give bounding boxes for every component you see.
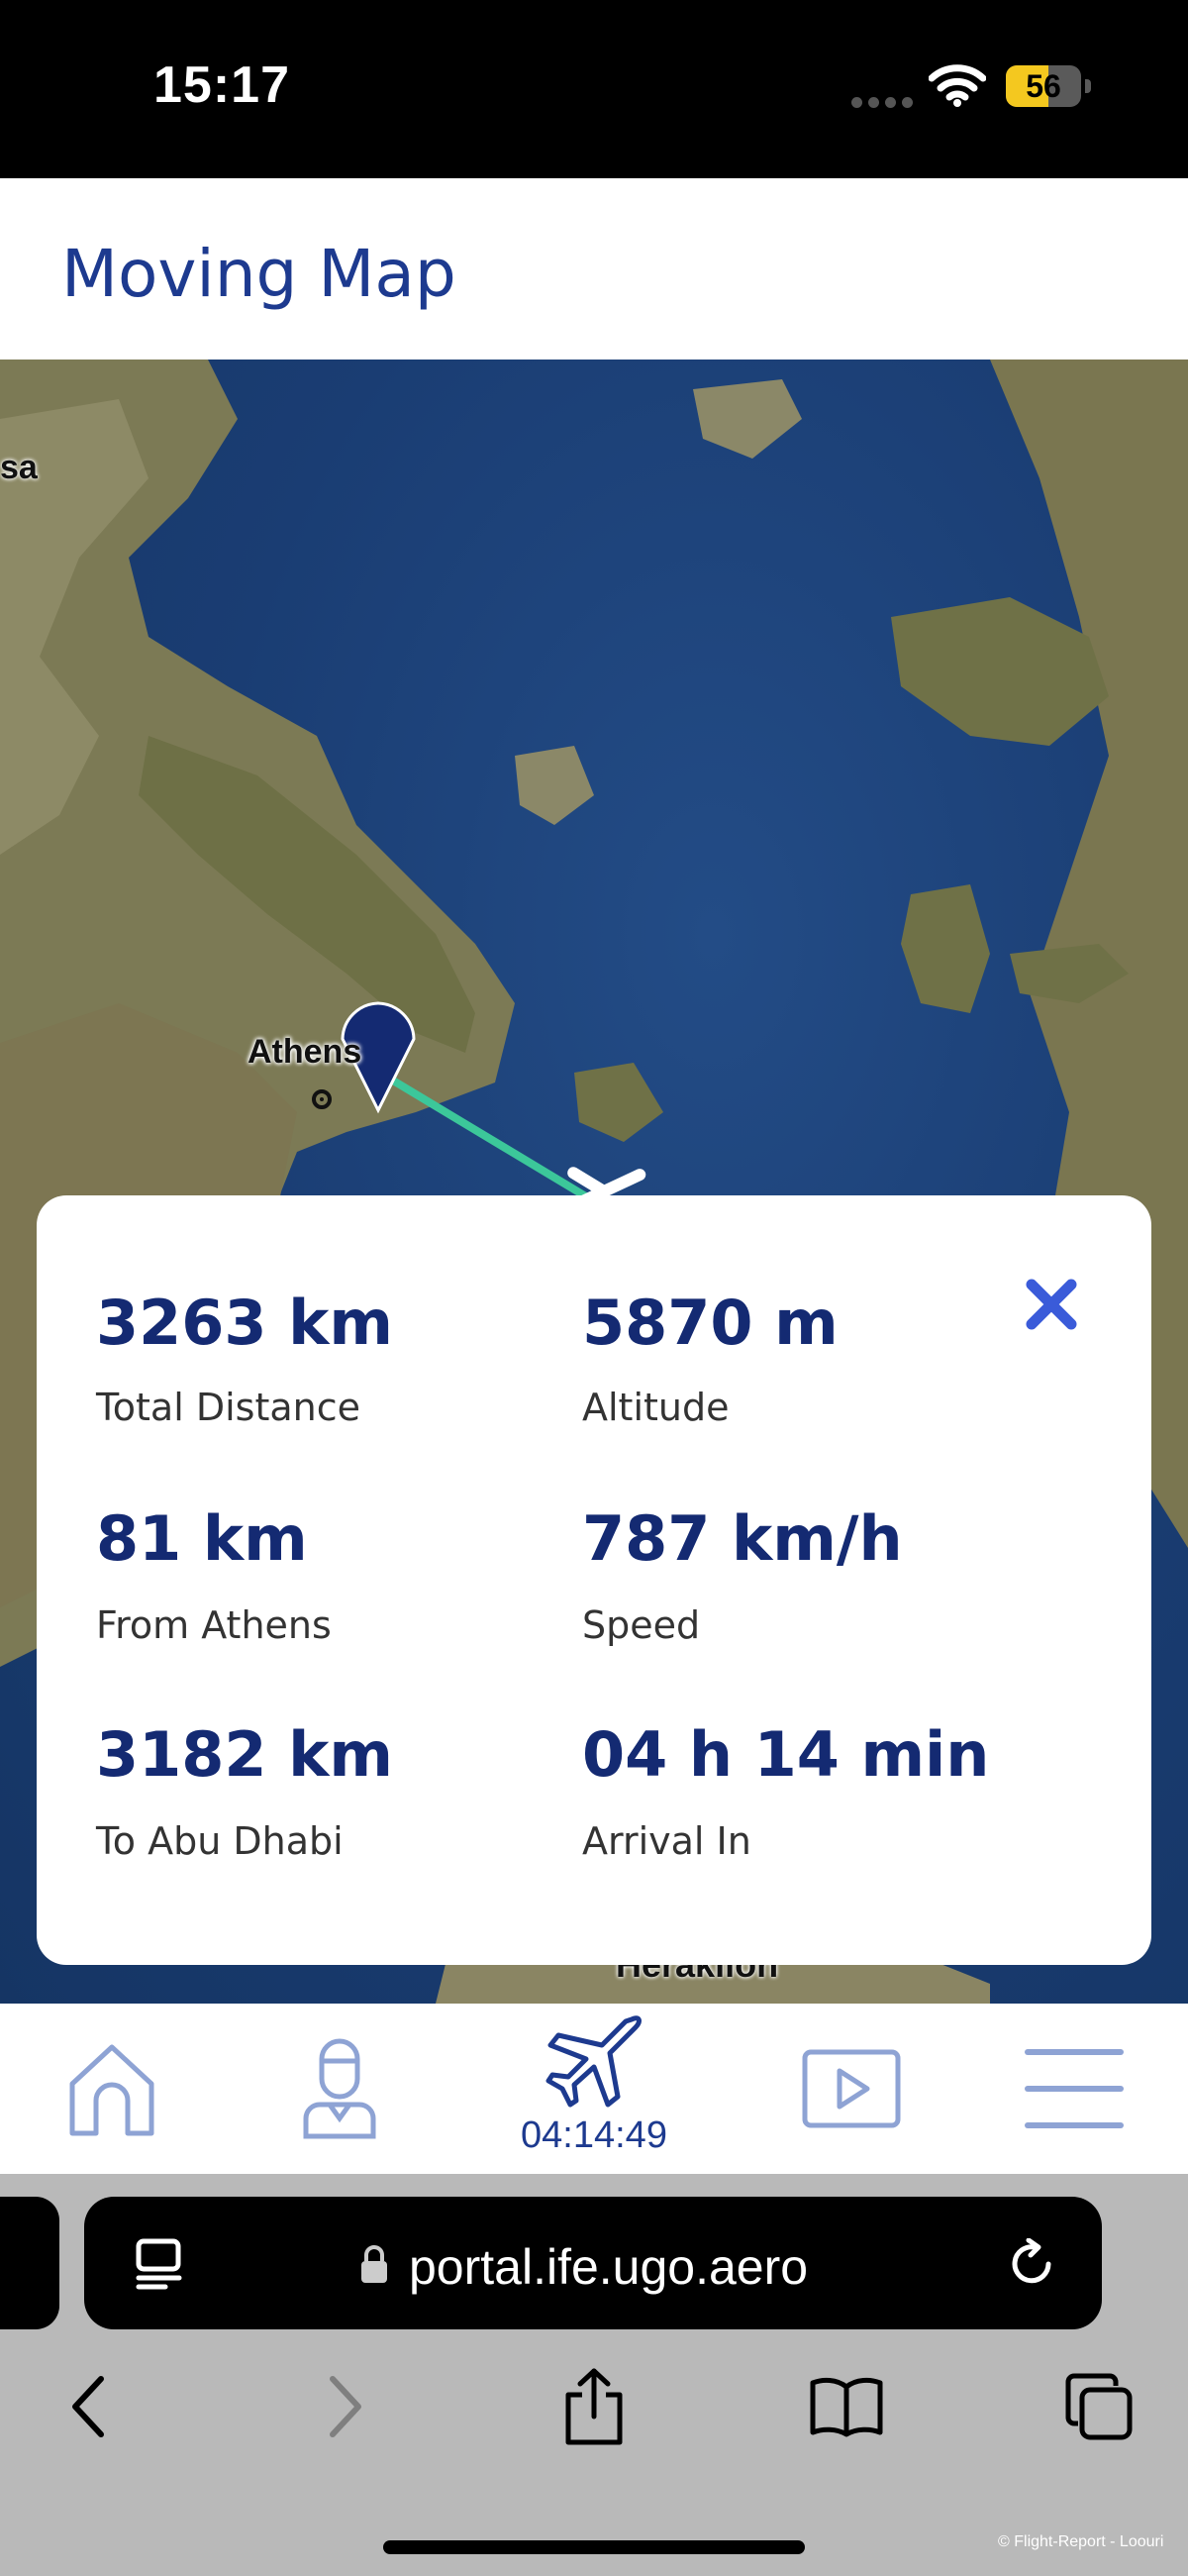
reader-icon[interactable] (136, 2238, 185, 2290)
map-label-edge-city: sa (0, 449, 38, 486)
battery-icon: 56 (1006, 65, 1081, 107)
url-text: portal.ife.ugo.aero (409, 2239, 809, 2295)
flight-timer: 04:14:49 (521, 2114, 667, 2156)
cyclades-island-1 (574, 1063, 663, 1142)
lock-icon (361, 2245, 387, 2283)
tabs-icon (1065, 2373, 1133, 2440)
home-indicator[interactable] (383, 2540, 805, 2554)
battery-label: 56 (1026, 68, 1061, 104)
play-icon (802, 2049, 901, 2128)
tabs-button[interactable] (1049, 2357, 1148, 2456)
to-destination-label: To Abu Dhabi (96, 1819, 344, 1863)
total-distance-label: Total Distance (96, 1386, 360, 1429)
nav-profile-button[interactable] (277, 2004, 401, 2174)
skyros-island (515, 746, 594, 825)
bottom-nav: 04:14:49 (0, 2004, 1188, 2174)
speed-value: 787 km/h (582, 1502, 903, 1575)
close-button[interactable] (1022, 1275, 1081, 1334)
page-title: Moving Map (61, 236, 456, 312)
to-destination-value: 3182 km (96, 1718, 393, 1791)
back-arrow-icon (72, 2376, 104, 2437)
total-distance-value: 3263 km (96, 1287, 393, 1359)
from-origin-value: 81 km (96, 1502, 308, 1575)
close-icon (1026, 1279, 1077, 1330)
browser-chrome: portal.ife.ugo.aero (0, 2174, 1188, 2576)
credit-text: © Flight-Report - Loouri (998, 2533, 1164, 2550)
nav-flight-button[interactable] (525, 2004, 663, 2111)
wifi-icon (928, 63, 987, 112)
lesbos-island (891, 597, 1109, 746)
from-origin-label: From Athens (96, 1603, 332, 1647)
share-button[interactable] (544, 2357, 644, 2456)
arrival-value: 04 h 14 min (582, 1718, 990, 1791)
reload-icon[interactable] (1007, 2238, 1056, 2288)
share-icon (565, 2368, 623, 2445)
speed-label: Speed (582, 1603, 701, 1647)
menu-icon (1025, 2049, 1124, 2128)
status-bar: 15:17 56 (0, 0, 1188, 178)
page-header: Moving Map (0, 178, 1188, 360)
profile-icon (303, 2038, 375, 2138)
cellular-signal-icon (851, 95, 919, 113)
flight-info-card: 3263 km Total Distance 5870 m Altitude 8… (37, 1195, 1151, 1965)
previous-tab-preview[interactable] (0, 2197, 59, 2329)
nav-play-button[interactable] (792, 2004, 911, 2174)
altitude-value: 5870 m (582, 1287, 839, 1359)
status-time: 15:17 (153, 56, 290, 114)
arrival-label: Arrival In (582, 1819, 751, 1863)
nav-home-button[interactable] (50, 2004, 173, 2174)
map-label-athens: Athens (248, 1033, 362, 1071)
limnos-island (693, 379, 802, 459)
address-bar[interactable]: portal.ife.ugo.aero (84, 2197, 1102, 2329)
book-icon (810, 2377, 883, 2437)
nav-menu-button[interactable] (1020, 2004, 1129, 2174)
chios-island (901, 884, 990, 1013)
bookmarks-button[interactable] (797, 2357, 896, 2456)
home-icon (69, 2044, 153, 2136)
forward-arrow-icon (330, 2376, 361, 2437)
altitude-label: Altitude (582, 1386, 730, 1429)
back-button[interactable] (40, 2357, 139, 2456)
forward-button[interactable] (295, 2357, 394, 2456)
battery-cap (1085, 79, 1091, 93)
flight-route-line (384, 1074, 598, 1205)
airplane-icon (545, 2015, 642, 2108)
